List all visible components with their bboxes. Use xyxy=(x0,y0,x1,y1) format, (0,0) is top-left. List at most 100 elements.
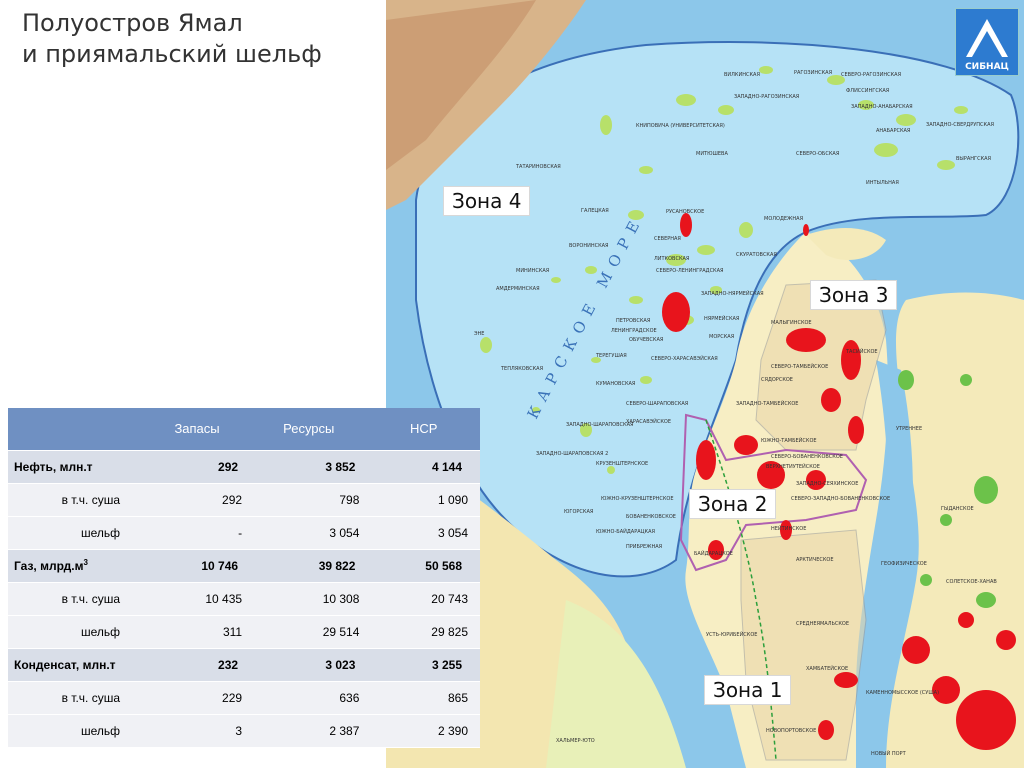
field-label: ВЫРАНГСКАЯ xyxy=(956,156,991,162)
table-cell: 39 822 xyxy=(250,549,368,583)
field-label: СОЛЕТСКОЕ-ХАНАВ xyxy=(946,579,997,585)
title-line-2: и приямальский шельф xyxy=(22,40,322,68)
field-label: ГАЛЕЦКАЯ xyxy=(581,208,609,214)
table-cell: 29 514 xyxy=(250,615,368,649)
row-label: в т.ч. суша xyxy=(8,582,144,616)
table-row: Конденсат, млн.т 232 3 023 3 255 xyxy=(8,648,480,682)
table-cell: 10 308 xyxy=(250,582,368,616)
field-label: ПРИБРЕЖНАЯ xyxy=(626,544,662,550)
table-header-cell: НСР xyxy=(367,408,480,451)
field-label: СЕВЕРНАЯ xyxy=(654,236,681,242)
field-label: ЛИТКОВСКАЯ xyxy=(654,256,689,262)
field-label: КНИПОВИЧА (УНИВЕРСИТЕТСКАЯ) xyxy=(636,123,725,129)
row-label-text: шельф xyxy=(80,723,120,738)
field-label: ЮГОРСКАЯ xyxy=(564,509,593,515)
field-label: МАЛЫГИНСКОЕ xyxy=(771,320,812,326)
field-label: ЗАПАДНО-РАГОЗИНСКАЯ xyxy=(734,94,799,100)
field-label: ЗАПАДНО-ТАМБЕЙСКОЕ xyxy=(736,400,798,407)
row-label: в т.ч. суша xyxy=(8,483,144,517)
field-label: АНАБАРСКАЯ xyxy=(876,128,910,134)
row-label-text: шельф xyxy=(80,525,120,540)
field-label: ПЕТРОВСКАЯ xyxy=(616,318,650,324)
table-cell: 3 023 xyxy=(250,648,368,682)
field-label: МИНИНСКАЯ xyxy=(516,268,549,274)
field-label: НОВЫЙ ПОРТ xyxy=(871,750,907,757)
table-cell: 636 xyxy=(250,681,368,715)
field-label: АРКТИЧЕСКОЕ xyxy=(796,557,834,563)
table-cell: - xyxy=(144,516,251,550)
table-cell: 3 xyxy=(144,714,251,748)
field-label: ГЕОФИЗИЧЕСКОЕ xyxy=(881,561,927,567)
logo-mountain-icon: СИБНАЦ xyxy=(965,19,1009,72)
field-label: СРЕДНЕЯМАЛЬСКОЕ xyxy=(796,621,849,627)
row-label-text: шельф xyxy=(80,624,120,639)
table-row: шельф -3 054 3 054 xyxy=(8,516,480,550)
field-label: КУМАНОВСКАЯ xyxy=(596,381,635,387)
table-cell: 3 852 xyxy=(250,450,368,484)
row-label-text: Нефть, млн.т xyxy=(14,459,93,474)
field-label: СКУРАТОВСКАЯ xyxy=(736,252,777,258)
table-cell: 3 255 xyxy=(367,648,480,682)
zone-1-outline xyxy=(740,529,867,761)
field-label: СЕВЕРО-ТАМБЕЙСКОЕ xyxy=(771,363,828,370)
sibnac-logo: СИБНАЦ xyxy=(955,8,1019,76)
table-header-cell: Запасы xyxy=(144,408,251,451)
field-label: ВЕРХНЕТИУТЕЙСКОЕ xyxy=(766,463,820,470)
field-label: СЕВЕРО-БОВАНЕНКОВСКОЕ xyxy=(771,454,843,460)
field-label: МОРСКАЯ xyxy=(709,334,734,340)
field-label: РУСАНОВСКОЕ xyxy=(666,209,704,215)
table-cell: 3 054 xyxy=(250,516,368,550)
field-label: СЕВЕРО-ХАРАСАВЭЙСКАЯ xyxy=(651,355,718,362)
table-cell: 798 xyxy=(250,483,368,517)
field-label: ТАСИЙСКОЕ xyxy=(845,348,878,355)
row-label: шельф xyxy=(8,615,144,649)
table-cell: 20 743 xyxy=(367,582,480,616)
field-label: ЮЖНО-БАЙДАРАЦКАЯ xyxy=(596,528,655,535)
table-body: Нефть, млн.т 292 3 852 4 144 в т.ч. суша 292 7… xyxy=(8,450,480,748)
table-cell: 311 xyxy=(144,615,251,649)
row-label-text: в т.ч. суша xyxy=(61,690,120,705)
unit-superscript: 3 xyxy=(83,558,88,567)
field-label: ВОРОНИНСКАЯ xyxy=(569,243,609,249)
field-label: ТЕПЛЯКОВСКАЯ xyxy=(500,366,543,372)
row-label: Газ, млрд.м3 xyxy=(8,549,144,583)
field-label: АМДЕРМИНСКАЯ xyxy=(496,286,540,292)
row-label-text: в т.ч. суша xyxy=(61,591,120,606)
table-row: шельф 311 29 514 29 825 xyxy=(8,615,480,649)
field-label: НЕЙТИНСКОЕ xyxy=(771,525,806,532)
field-label: КАМЕННОМЫССКОЕ (СУША) xyxy=(866,690,939,696)
row-label-text: Газ, млрд.м xyxy=(14,559,84,573)
reserves-table: Запасы Ресурсы НСР Нефть, млн.т 292 3 852 4… xyxy=(8,408,480,748)
table-cell: 232 xyxy=(144,648,251,682)
field-label: КРУЗЕНШТЕРНСКОЕ xyxy=(596,461,648,467)
field-label: СЕВЕРО-ЗАПАДНО-БОВАНЕНКОВСКОЕ xyxy=(791,496,890,502)
table-cell: 2 390 xyxy=(367,714,480,748)
table-cell: 10 746 xyxy=(144,549,251,583)
field-label: БАЙДАРАЦКОЕ xyxy=(694,550,733,557)
field-label: НОВОПОРТОВСКОЕ xyxy=(766,728,816,734)
table-row: в т.ч. суша 10 435 10 308 20 743 xyxy=(8,582,480,616)
field-label: ГЫДАНСКОЕ xyxy=(941,506,974,512)
field-label: БОВАНЕНКОВСКОЕ xyxy=(626,514,676,520)
field-label: ЗАПАДНО-ШАРАПОВСКАЯ 2 xyxy=(536,451,608,457)
field-label: СЯДОРСКОЕ xyxy=(761,377,793,383)
page-title: Полуостров Ямал и приямальский шельф xyxy=(22,8,322,70)
map: КАРСКОЕ МОРЕ РАГОЗИНСКАЯ СЕВЕРО-РАГОЗИНС… xyxy=(386,0,1024,768)
table-header-cell xyxy=(8,408,144,451)
zone-4-label: Зона 4 xyxy=(443,186,531,216)
row-label-text: Конденсат, млн.т xyxy=(14,657,116,672)
field-label: УСТЬ-ЮРИБЕЙСКОЕ xyxy=(706,631,757,638)
row-label: шельф xyxy=(8,516,144,550)
table-header-row: Запасы Ресурсы НСР xyxy=(8,408,480,451)
field-label: ЮЖНО-ТАМБЕЙСКОЕ xyxy=(761,437,817,444)
field-label: ЭНЕ xyxy=(474,331,484,337)
row-label: Конденсат, млн.т xyxy=(8,648,144,682)
field-label: МОЛОДЕЖНАЯ xyxy=(764,216,803,222)
table-row: в т.ч. суша 292 798 1 090 xyxy=(8,483,480,517)
title-line-1: Полуостров Ямал xyxy=(22,9,243,37)
table-header-cell: Ресурсы xyxy=(250,408,368,451)
table-cell: 50 568 xyxy=(367,549,480,583)
field-label: ЗАПАДНО-ШАРАПОВСКАЯ xyxy=(566,422,633,428)
table-cell: 1 090 xyxy=(367,483,480,517)
table-cell: 3 054 xyxy=(367,516,480,550)
